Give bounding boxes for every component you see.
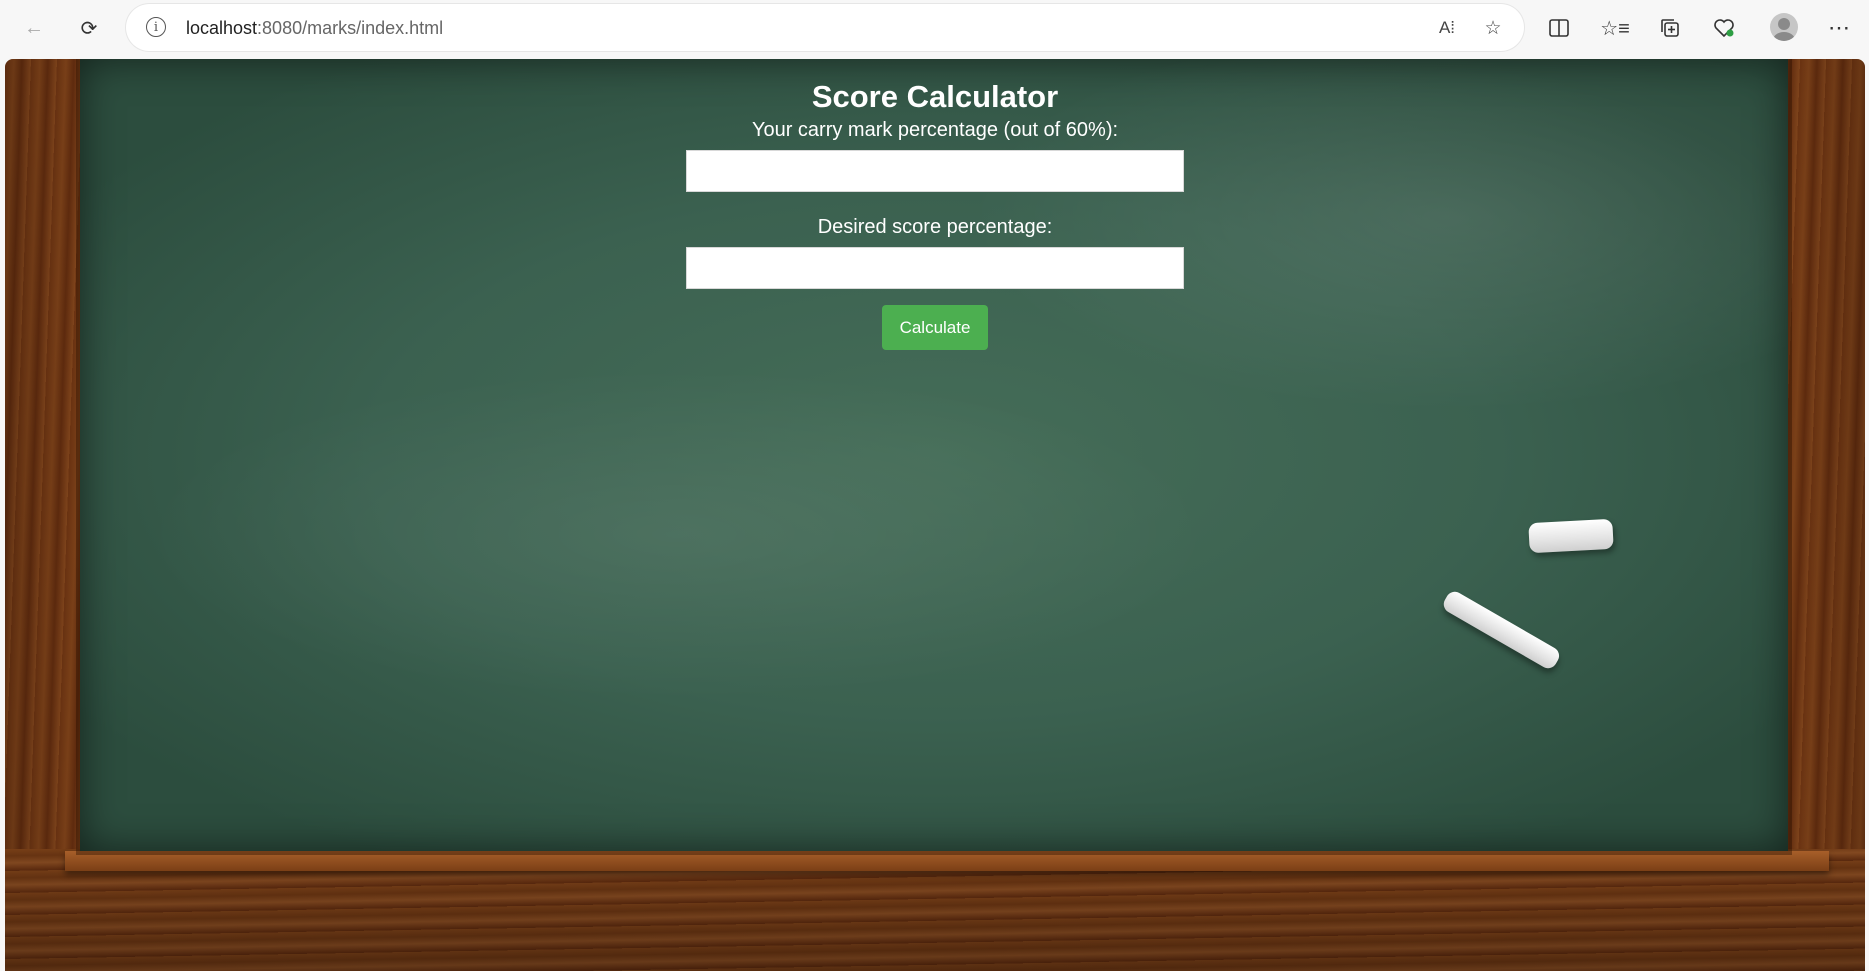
info-icon[interactable]: i — [146, 17, 166, 37]
collections-icon[interactable] — [1652, 10, 1688, 46]
page-viewport: Score Calculator Your carry mark percent… — [5, 59, 1865, 971]
page-title: Score Calculator — [811, 79, 1059, 114]
chalkboard-ledge — [65, 851, 1829, 871]
back-icon[interactable]: ← — [16, 10, 52, 46]
desired-score-label: Desired score percentage: — [817, 216, 1053, 238]
read-aloud-icon[interactable]: A⁞ — [1434, 16, 1460, 40]
chalk-stick-short — [1528, 518, 1614, 554]
more-menu-icon[interactable]: ⋯ — [1821, 10, 1857, 46]
address-bar[interactable]: i localhost:8080/marks/index.html A⁞ ☆ — [126, 4, 1524, 51]
carry-mark-label: Your carry mark percentage (out of 60%): — [751, 119, 1119, 141]
desired-score-input[interactable] — [686, 247, 1184, 289]
profile-avatar[interactable] — [1770, 13, 1798, 41]
browser-essentials-icon[interactable] — [1706, 10, 1742, 46]
calculate-button[interactable]: Calculate — [882, 305, 988, 350]
favorites-icon[interactable]: ☆≡ — [1597, 10, 1633, 46]
url-text[interactable]: localhost:8080/marks/index.html — [186, 18, 443, 39]
carry-mark-input[interactable] — [686, 150, 1184, 192]
split-screen-icon[interactable] — [1541, 10, 1577, 46]
browser-toolbar: ← ⟳ i localhost:8080/marks/index.html A⁞… — [0, 0, 1869, 56]
favorite-star-icon[interactable]: ☆ — [1480, 16, 1506, 40]
refresh-icon[interactable]: ⟳ — [71, 10, 107, 46]
